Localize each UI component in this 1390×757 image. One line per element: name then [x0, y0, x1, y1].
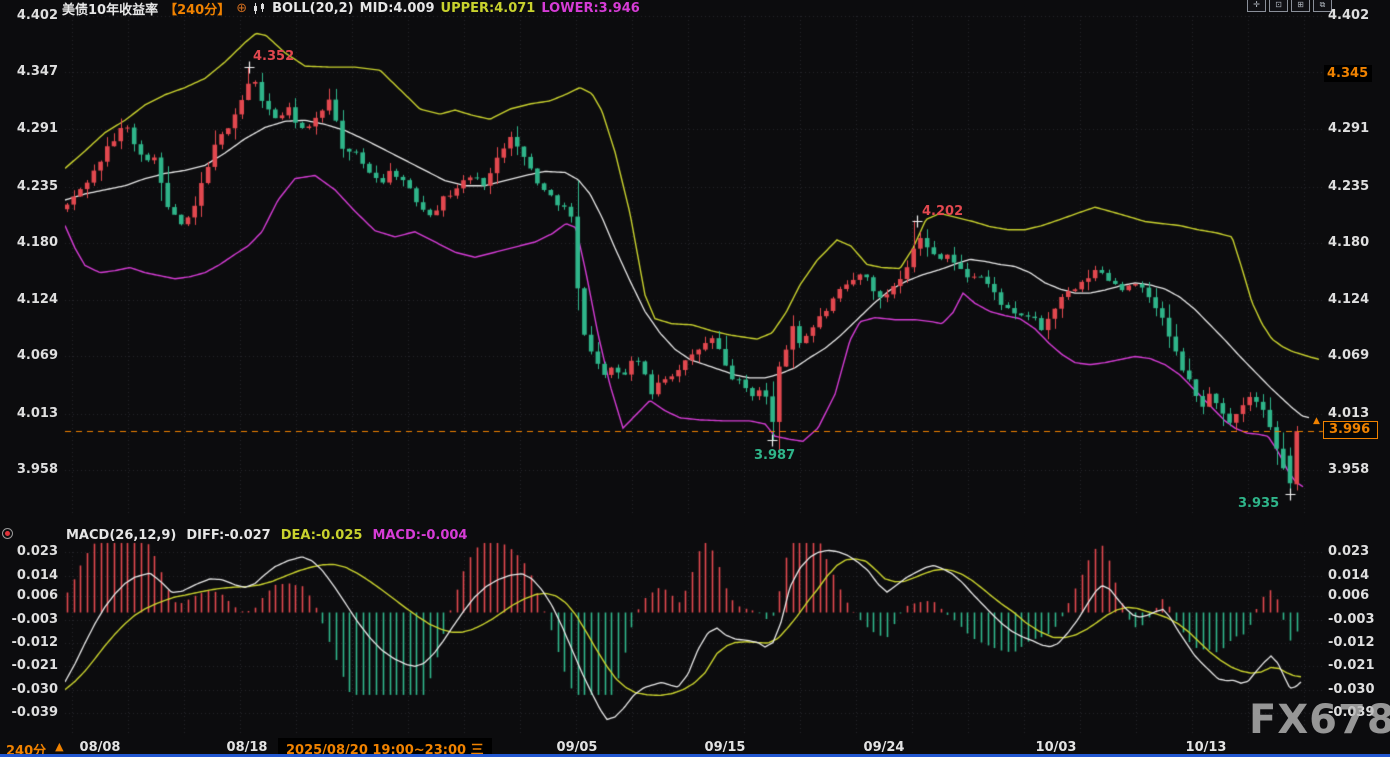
macd-axis-right-label: -0.021 — [1328, 658, 1375, 674]
price-annotation: 4.352 — [253, 49, 294, 64]
macd-hist-value: MACD:-0.004 — [372, 528, 467, 543]
main-axis-left-label: 3.958 — [2, 462, 58, 478]
main-axis-left-label: 4.291 — [2, 121, 58, 137]
macd-axis-left-label: 0.014 — [2, 568, 58, 584]
macd-dea-value: DEA:-0.025 — [281, 528, 363, 543]
boll-mid-value: MID:4.009 — [360, 1, 435, 16]
main-axis-left-label: 4.180 — [2, 235, 58, 251]
macd-axis-right-label: 0.014 — [1328, 568, 1369, 584]
macd-axis-left-label: -0.039 — [2, 705, 58, 721]
date-label: 09/15 — [690, 740, 760, 755]
main-axis-left-label: 4.347 — [2, 64, 58, 80]
main-axis-right-label: 4.180 — [1328, 235, 1369, 251]
main-axis-right-label: 4.235 — [1328, 179, 1369, 195]
timeframe-tag[interactable]: 【240分】 — [164, 0, 230, 18]
symbol-title: 美债10年收益率 — [62, 0, 158, 18]
macd-axis-left-label: 0.023 — [2, 544, 58, 560]
crosshair-icon[interactable]: ✛ — [1247, 0, 1266, 12]
last-price-arrow-icon: ▲ — [1313, 417, 1320, 426]
price-annotation: 3.987 — [754, 448, 795, 463]
date-label: 08/18 — [212, 740, 282, 755]
main-axis-left-label: 4.402 — [2, 8, 58, 24]
main-axis-left-label: 4.124 — [2, 292, 58, 308]
add-indicator-icon[interactable]: ⊕ — [236, 1, 247, 16]
date-label: 08/08 — [65, 740, 135, 755]
macd-axis-left-label: -0.030 — [2, 682, 58, 698]
boll-lower-value: LOWER:3.946 — [541, 1, 639, 16]
main-axis-right-label: 4.402 — [1328, 8, 1369, 24]
main-axis-right-label: 4.013 — [1328, 406, 1369, 422]
date-label: 10/13 — [1171, 740, 1241, 755]
macd-axis-right-label: -0.012 — [1328, 635, 1375, 651]
macd-axis-right-label: -0.003 — [1328, 612, 1375, 628]
main-axis-left-label: 4.013 — [2, 406, 58, 422]
main-axis-left-label: 4.235 — [2, 179, 58, 195]
macd-axis-left-label: -0.021 — [2, 658, 58, 674]
last-price-label: 3.996 — [1323, 421, 1378, 439]
chart-application: 美债10年收益率 【240分】 ⊕ BOLL(20,2) MID:4.009 U… — [0, 0, 1390, 757]
kline-icon — [253, 3, 266, 14]
chart-toolbar: ✛ ⊡ ⊞ ⧉ — [1247, 0, 1332, 12]
pane-add-icon[interactable]: ⊡ — [1269, 0, 1288, 12]
macd-axis-right-label: 0.006 — [1328, 588, 1369, 604]
price-annotation: 4.202 — [922, 204, 963, 219]
main-axis-right-label: 4.124 — [1328, 292, 1369, 308]
date-label: 10/03 — [1021, 740, 1091, 755]
macd-axis-left-label: 0.006 — [2, 588, 58, 604]
macd-diff-value: DIFF:-0.027 — [186, 528, 270, 543]
date-label: 09/24 — [849, 740, 919, 755]
boll-upper-value: UPPER:4.071 — [441, 1, 536, 16]
macd-axis-right-label: 0.023 — [1328, 544, 1369, 560]
main-chart-header: 美债10年收益率 【240分】 ⊕ BOLL(20,2) MID:4.009 U… — [62, 1, 640, 16]
macd-axis-left-label: -0.003 — [2, 612, 58, 628]
indicator-marker-icon[interactable] — [2, 528, 13, 539]
macd-axis-left-label: -0.012 — [2, 635, 58, 651]
macd-axis-right-label: -0.030 — [1328, 682, 1375, 698]
ref-price-label: 4.345 — [1324, 65, 1372, 82]
macd-header: MACD(26,12,9) DIFF:-0.027 DEA:-0.025 MAC… — [66, 528, 467, 543]
pane-grid-icon[interactable]: ⊞ — [1291, 0, 1310, 12]
chart-canvas[interactable] — [0, 0, 1390, 757]
boll-label: BOLL(20,2) — [272, 1, 354, 16]
price-annotation: 3.935 — [1238, 496, 1279, 511]
main-axis-right-label: 4.291 — [1328, 121, 1369, 137]
main-axis-right-label: 3.958 — [1328, 462, 1369, 478]
watermark: FX678 — [1249, 700, 1390, 740]
main-axis-right-label: 4.069 — [1328, 348, 1369, 364]
date-label: 09/05 — [542, 740, 612, 755]
macd-params-label: MACD(26,12,9) — [66, 528, 176, 543]
main-axis-left-label: 4.069 — [2, 348, 58, 364]
